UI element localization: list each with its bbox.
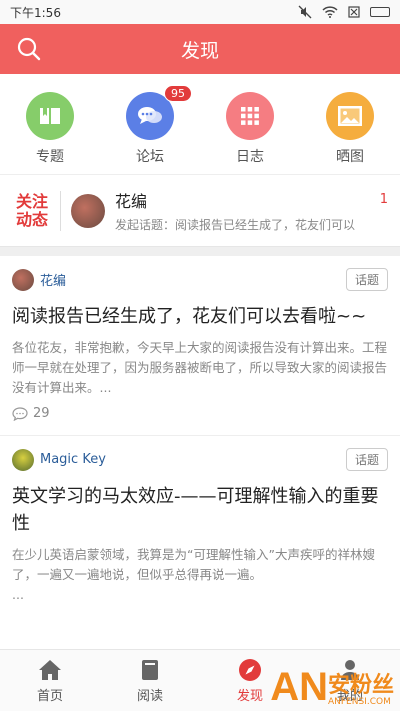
- category-diary[interactable]: 日志: [210, 92, 290, 166]
- author-name: 花编: [40, 274, 67, 289]
- post-title: 阅读报告已经生成了，花友们可以去看啦~~: [12, 306, 367, 327]
- search-icon[interactable]: [16, 36, 42, 62]
- compass-icon: [239, 658, 261, 681]
- status-icons: [298, 5, 390, 19]
- image-icon: [326, 92, 374, 140]
- follow-tag-line1: 关注: [15, 191, 48, 211]
- category-row: 专题 95 论坛 日志 晒图: [0, 74, 400, 174]
- mute-icon: [298, 5, 312, 19]
- tab-label: 首页: [36, 688, 63, 704]
- post-title: 英文学习的马太效应-——可理解性输入的重要性: [12, 486, 379, 534]
- category-label: 日志: [236, 149, 264, 165]
- post-meta: 29: [12, 406, 388, 421]
- topic-tag[interactable]: 话题: [345, 268, 388, 291]
- divider: [60, 190, 61, 231]
- post-excerpt: 各位花友，非常抱歉，今天早上大家的阅读报告没有计算出来。工程师一早就在处理了，因…: [12, 340, 388, 395]
- category-label: 专题: [36, 149, 64, 165]
- category-forum[interactable]: 95 论坛: [110, 85, 192, 166]
- post-excerpt-more: ...: [12, 587, 24, 602]
- topic-tag[interactable]: 话题: [345, 448, 388, 471]
- author-name: Magic Key: [40, 452, 106, 467]
- header: 发现: [0, 24, 400, 74]
- avatar: [71, 193, 105, 228]
- watermark-name: 安粉丝: [327, 673, 394, 698]
- post-header: 花编 话题: [12, 268, 388, 291]
- battery-icon: [370, 7, 390, 17]
- comment-count: 29: [33, 406, 50, 421]
- avatar: [12, 268, 34, 291]
- post-author[interactable]: 花编: [12, 268, 67, 291]
- follow-text: 花编 发起话题：阅读报告已经生成了，花友们可以: [115, 188, 400, 233]
- category-label: 论坛: [136, 149, 164, 165]
- avatar: [12, 448, 34, 471]
- status-bar: 下午1:56: [0, 0, 400, 24]
- post-card[interactable]: 花编 话题 阅读报告已经生成了，花友们可以去看啦~~ 各位花友，非常抱歉，今天早…: [0, 256, 400, 436]
- watermark-url: ANFENSI.COM: [327, 697, 391, 707]
- follow-feed[interactable]: 关注 动态 花编 发起话题：阅读报告已经生成了，花友们可以 1: [0, 174, 400, 246]
- watermark-text: 安粉丝 ANFENSI.COM: [327, 673, 394, 708]
- post-card[interactable]: Magic Key 话题 英文学习的马太效应-——可理解性输入的重要性 在少儿英…: [0, 436, 400, 619]
- category-label: 晒图: [336, 149, 364, 165]
- tab-reading[interactable]: 阅读: [100, 650, 200, 711]
- forum-badge: 95: [164, 85, 192, 102]
- book-icon: [26, 92, 74, 140]
- chat-icon: 95: [126, 85, 192, 140]
- post-author[interactable]: Magic Key: [12, 448, 106, 471]
- book-icon: [142, 659, 158, 680]
- grid-icon: [226, 92, 274, 140]
- tab-home[interactable]: 首页: [0, 650, 100, 711]
- comment-icon: [12, 406, 28, 421]
- page-title: 发现: [180, 39, 219, 62]
- home-icon: [39, 659, 61, 680]
- tab-label: 发现: [236, 688, 263, 704]
- follow-name: 花编: [115, 192, 148, 211]
- tab-label: 阅读: [136, 688, 163, 704]
- follow-count: 1: [379, 192, 388, 207]
- follow-tag-line2: 动态: [15, 209, 48, 229]
- category-topics[interactable]: 专题: [10, 92, 90, 166]
- follow-subtitle: 发起话题：阅读报告已经生成了，花友们可以: [115, 218, 356, 232]
- watermark-mark: AN: [270, 665, 328, 709]
- wifi-icon: [322, 6, 338, 18]
- follow-tag: 关注 动态: [12, 191, 52, 229]
- post-header: Magic Key 话题: [12, 448, 388, 471]
- status-time: 下午1:56: [10, 5, 61, 20]
- watermark-logo: AN 安粉丝 ANFENSI.COM: [270, 667, 394, 707]
- section-gap: [0, 246, 400, 256]
- post-excerpt: 在少儿英语启蒙领域，我算是为“可理解性输入”大声疾呼的祥林嫂了，一遍又一遍地说，…: [12, 547, 375, 582]
- category-photos[interactable]: 晒图: [310, 92, 390, 166]
- sim-icon: [348, 6, 360, 18]
